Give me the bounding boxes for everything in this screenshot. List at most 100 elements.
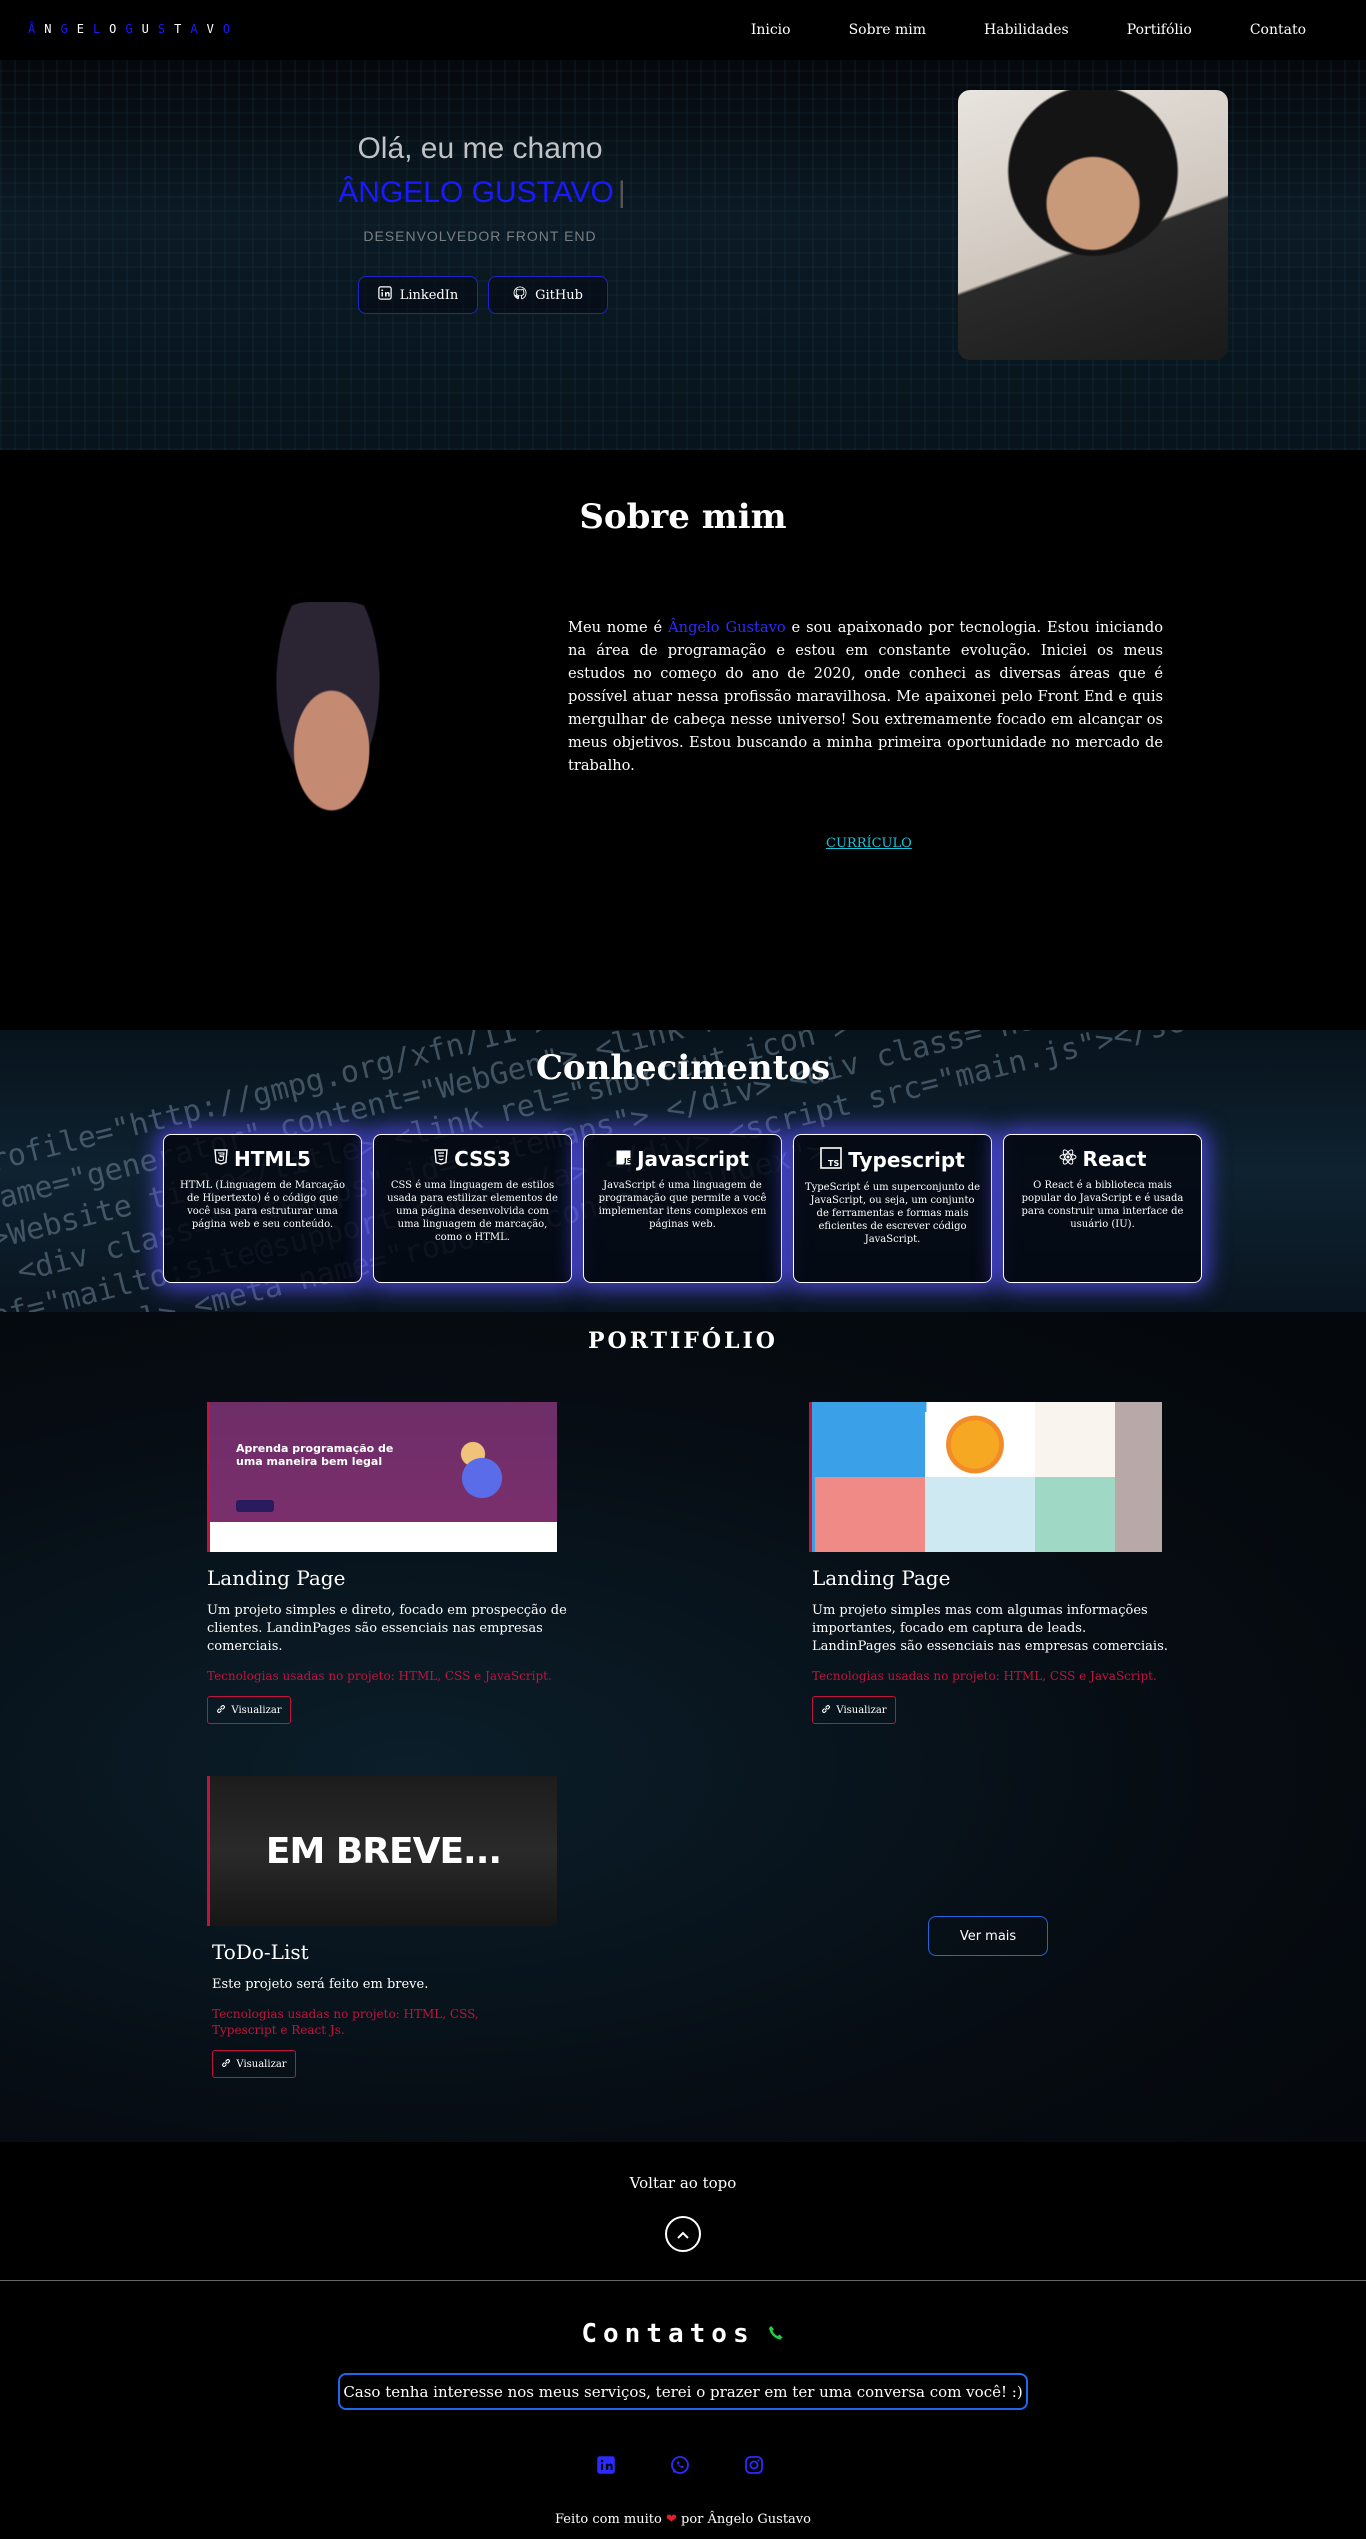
github-button[interactable]: GitHub xyxy=(488,276,608,314)
instagram-icon[interactable] xyxy=(742,2453,766,2477)
contacts-title-text: Contatos xyxy=(581,2319,755,2349)
view-project-label: Visualizar xyxy=(836,1704,887,1716)
whatsapp-icon[interactable] xyxy=(668,2453,692,2477)
logo-letter: E xyxy=(76,22,93,36)
project-screenshot: EM BREVE... xyxy=(207,1776,557,1926)
screenshot-tile xyxy=(1035,1477,1115,1552)
skill-card-text: O React é a biblioteca mais popular do J… xyxy=(1021,1180,1184,1230)
project-screenshot xyxy=(809,1402,1162,1552)
project-title: Landing Page xyxy=(812,1566,951,1590)
hero-section: Olá, eu me chamo ÂNGELO GUSTAVO DESENVOL… xyxy=(0,60,1366,450)
project-card: EM BREVE... ToDo-List Este projeto será … xyxy=(207,1776,567,2078)
project-screenshot-headline: Aprenda programação de uma maneira bem l… xyxy=(236,1442,394,1468)
nav-link-sobre-mim[interactable]: Sobre mim xyxy=(849,22,926,38)
skill-card-html5: HTML5 HTML (Linguagem de Marcação de Hip… xyxy=(163,1134,362,1283)
skill-card-text: CSS é uma linguagem de estilos usada par… xyxy=(387,1180,558,1243)
skill-card-title-text: Typescript xyxy=(848,1148,965,1172)
heart-icon: ❤ xyxy=(665,2512,677,2527)
project-description: Um projeto simples e direto, focado em p… xyxy=(207,1603,567,1654)
about-text-body: e sou apaixonado por tecnologia. Estou i… xyxy=(568,619,1163,774)
skill-card-text: HTML (Linguagem de Marcação de Hipertext… xyxy=(179,1180,346,1230)
footer-text-end: por Ângelo Gustavo xyxy=(681,2512,811,2527)
nav-link-contato[interactable]: Contato xyxy=(1250,22,1306,38)
phone-icon xyxy=(767,2319,785,2349)
react-icon xyxy=(1059,1149,1077,1169)
project-description: Um projeto simples mas com algumas infor… xyxy=(812,1603,1168,1654)
typescript-icon: TS xyxy=(820,1147,843,1173)
about-name-highlight: Ângelo Gustavo xyxy=(668,619,786,636)
skills-cards: HTML5 HTML (Linguagem de Marcação de Hip… xyxy=(163,1134,1202,1283)
skill-card-title-text: React xyxy=(1082,1147,1147,1171)
footer-text-start: Feito com muito xyxy=(555,2512,662,2527)
screenshot-tile xyxy=(1035,1402,1115,1477)
nav-link-inicio[interactable]: Inicio xyxy=(751,22,791,38)
project-title: Landing Page xyxy=(207,1566,346,1590)
github-button-label: GitHub xyxy=(535,287,583,303)
site-logo[interactable]: ÂNGELOGUSTAVO xyxy=(28,22,239,36)
hero-name: ÂNGELO GUSTAVO xyxy=(322,176,642,210)
illustration-image xyxy=(437,1430,527,1510)
skill-card-title: CSS3 xyxy=(384,1147,561,1171)
portfolio-title: PORTIFÓLIO xyxy=(588,1328,778,1354)
logo-letter: U xyxy=(141,22,158,36)
about-title: Sobre mim xyxy=(579,497,787,537)
linkedin-button-label: LinkedIn xyxy=(399,287,459,303)
project-screenshot-button xyxy=(236,1500,274,1512)
about-avatar-image xyxy=(238,602,418,872)
nav-link-habilidades[interactable]: Habilidades xyxy=(984,22,1069,38)
logo-letter: S xyxy=(157,22,175,36)
screenshot-tile xyxy=(1115,1402,1162,1552)
contacts-section: Contatos Caso tenha interesse nos meus s… xyxy=(0,2281,1366,2539)
hero-role: DESENVOLVEDOR FRONT END xyxy=(363,228,597,244)
project-title: ToDo-List xyxy=(212,1940,309,1964)
project-card: Landing Page Um projeto simples mas com … xyxy=(809,1402,1169,1724)
social-links xyxy=(594,2453,766,2477)
back-to-top-label: Voltar ao topo xyxy=(629,2174,737,2192)
project-technologies: Tecnologias usadas no projeto: HTML, CSS… xyxy=(812,1669,1157,1683)
hero-greeting: Olá, eu me chamo xyxy=(357,132,603,165)
skill-card-text: TypeScript é um superconjunto de JavaScr… xyxy=(804,1182,981,1245)
contact-message: Caso tenha interesse nos meus serviços, … xyxy=(338,2373,1028,2410)
logo-letter: G xyxy=(60,22,77,36)
back-to-top-button[interactable] xyxy=(665,2216,701,2252)
skill-card-title: JS Javascript xyxy=(594,1147,771,1171)
project-card: Aprenda programação de uma maneira bem l… xyxy=(207,1402,567,1724)
skill-card-javascript: JS Javascript JavaScript é uma linguagem … xyxy=(583,1134,782,1283)
project-technologies: Tecnologias usadas no projeto: HTML, CSS… xyxy=(212,2007,479,2037)
linkedin-button[interactable]: LinkedIn xyxy=(358,276,478,314)
link-icon xyxy=(821,1704,831,1717)
logo-letter: A xyxy=(190,22,207,36)
logo-letter: O xyxy=(109,22,126,36)
logo-letter: Â xyxy=(28,22,45,36)
logo-letter: G xyxy=(125,22,142,36)
chevron-up-icon xyxy=(676,2225,690,2244)
logo-letter: O xyxy=(222,22,240,36)
see-more-button[interactable]: Ver mais xyxy=(928,1916,1048,1956)
navbar: ÂNGELOGUSTAVO Inicio Sobre mim Habilidad… xyxy=(0,0,1366,60)
skill-card-title: TS Typescript xyxy=(804,1147,981,1173)
github-icon xyxy=(513,286,527,304)
link-icon xyxy=(216,1704,226,1717)
skill-card-css3: CSS3 CSS é uma linguagem de estilos usad… xyxy=(373,1134,572,1283)
hero-buttons: LinkedIn GitHub xyxy=(358,276,608,314)
linkedin-icon[interactable] xyxy=(594,2453,618,2477)
skills-title: Conhecimentos xyxy=(535,1048,831,1088)
view-project-button[interactable]: Visualizar xyxy=(212,2050,296,2078)
logo-letter: V xyxy=(206,22,223,36)
skills-section: <head profile="http://gmpg.org/xfn/11"> … xyxy=(0,1030,1366,1312)
screenshot-tile xyxy=(815,1402,925,1477)
logo-letter: L xyxy=(92,22,110,36)
portfolio-section: PORTIFÓLIO Aprenda programação de uma ma… xyxy=(0,1312,1366,2142)
screenshot-tile xyxy=(925,1477,1035,1552)
link-icon xyxy=(221,2058,231,2071)
nav-link-portifolio[interactable]: Portifólio xyxy=(1127,22,1192,38)
view-project-label: Visualizar xyxy=(236,2058,287,2070)
coming-soon-text: EM BREVE... xyxy=(265,1830,502,1872)
cv-link[interactable]: CURRÍCULO xyxy=(826,836,912,851)
logo-letter: T xyxy=(174,22,191,36)
footer-credit: Feito com muito ❤ por Ângelo Gustavo xyxy=(0,2512,1366,2527)
css3-icon xyxy=(434,1149,448,1169)
view-project-button[interactable]: Visualizar xyxy=(207,1696,291,1724)
view-project-button[interactable]: Visualizar xyxy=(812,1696,896,1724)
hero-avatar-image xyxy=(958,90,1228,360)
